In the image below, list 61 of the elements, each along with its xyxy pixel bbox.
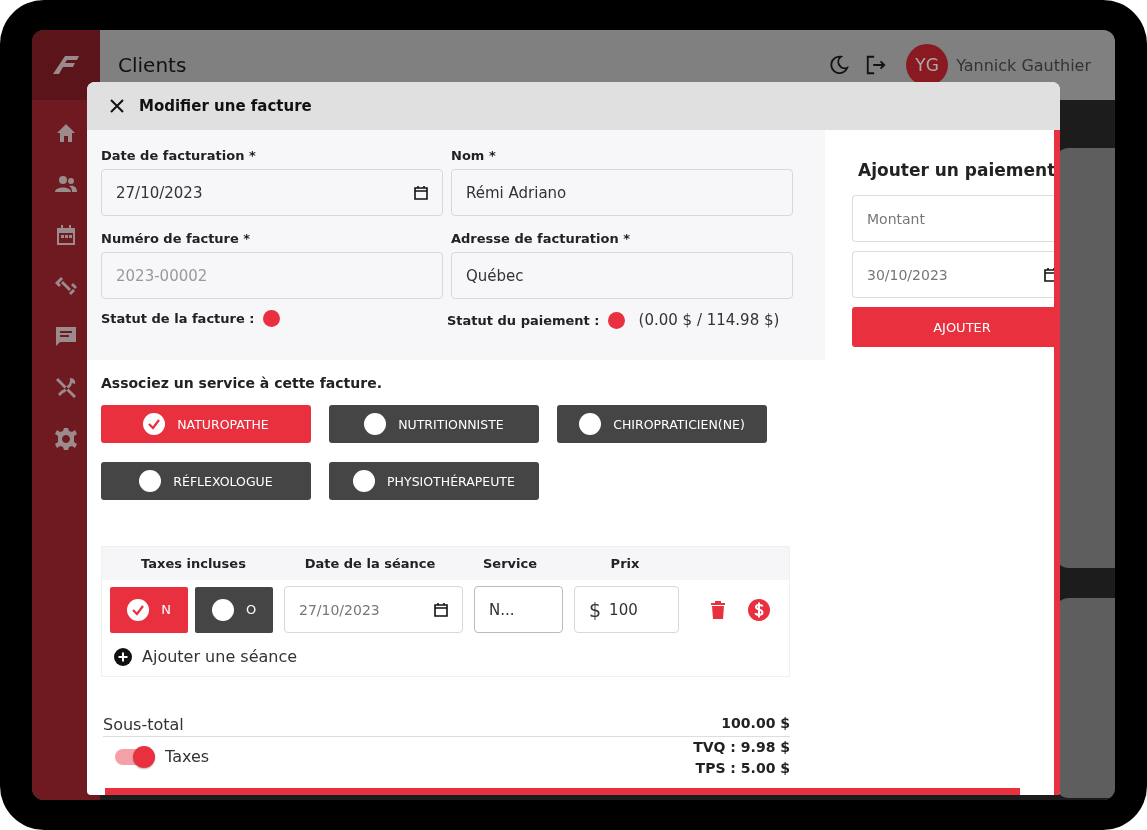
payment-title: Ajouter un paiement (858, 160, 1054, 180)
price-field[interactable]: $ 100 (574, 586, 679, 633)
logo-icon (51, 54, 81, 76)
dollar-circle-icon[interactable] (747, 597, 771, 622)
currency-symbol: $ (589, 598, 602, 621)
subtotal-label: Sous-total (103, 715, 184, 734)
toggle-label: Taxes (165, 747, 210, 766)
calendar-icon[interactable] (414, 185, 428, 200)
service-option[interactable]: NUTRITIONNISTE (329, 405, 539, 443)
check-circle-icon (143, 413, 166, 435)
trash-icon[interactable] (710, 599, 726, 620)
field-label: Nom * (451, 148, 497, 163)
close-icon[interactable] (109, 98, 125, 114)
tools-icon[interactable] (54, 376, 78, 400)
add-payment-button[interactable]: AJOUTER (852, 307, 1054, 347)
payment-amount: (0.00 $ / 114.98 $) (638, 311, 780, 329)
radio-circle-icon (579, 413, 602, 435)
user-name: Yannick Gauthier (956, 55, 1091, 75)
settings-icon[interactable] (54, 427, 78, 451)
tax-amount: TPS : 5.00 $ (695, 760, 790, 776)
service-option[interactable]: RÉFLEXOLOGUE (101, 462, 311, 500)
date-field[interactable]: 27/10/2023 (101, 169, 443, 216)
vertical-scrollbar[interactable] (1054, 130, 1060, 795)
dumbbell-icon[interactable] (54, 274, 78, 298)
tax-amount: TVQ : 9.98 $ (693, 739, 790, 755)
radio-circle-icon (211, 598, 234, 621)
radio-circle-icon (364, 413, 387, 435)
price-value: 100 (609, 600, 638, 619)
add-session-link[interactable]: Ajouter une séance (102, 633, 310, 676)
text-field[interactable]: Québec (451, 252, 793, 299)
tax-option[interactable]: N (110, 586, 188, 633)
horizontal-scrollbar[interactable] (105, 788, 1020, 795)
radio-circle-icon (139, 470, 162, 492)
service-field[interactable]: N... (474, 586, 563, 633)
calendar-icon[interactable] (434, 602, 448, 617)
service-option[interactable]: NATUROPATHE (101, 405, 311, 443)
text-field[interactable]: Rémi Adriano (451, 169, 793, 216)
tax-option[interactable]: O (195, 586, 273, 633)
field-label: Adresse de facturation * (451, 231, 632, 246)
plus-circle-icon (114, 647, 132, 666)
date-field[interactable]: 27/10/2023 (284, 586, 463, 633)
services-prompt: Associez un service à cette facture. (100, 374, 383, 391)
taxes-toggle[interactable] (115, 748, 155, 765)
chat-icon[interactable] (54, 325, 78, 349)
calendar-icon[interactable] (1044, 267, 1054, 282)
column-header: Date de la séance (303, 556, 437, 571)
status-label: Statut du paiement : (447, 312, 600, 328)
service-option[interactable]: CHIROPRATICIEN(NE) (557, 405, 767, 443)
service-option[interactable]: PHYSIOTHÉRAPEUTE (329, 462, 539, 500)
dialog-title: Modifier une facture (139, 97, 312, 115)
moon-icon[interactable] (828, 54, 851, 76)
page-title: Clients (118, 53, 187, 77)
column-header: Prix (609, 556, 641, 571)
radio-circle-icon (353, 470, 376, 492)
column-header: Service (481, 556, 538, 571)
column-header: Taxes incluses (140, 556, 247, 571)
field-label: Numéro de facture * (101, 231, 252, 246)
subtotal-value: 100.00 $ (721, 715, 790, 733)
status-label: Statut de la facture : (101, 310, 255, 326)
check-circle-icon (127, 598, 150, 621)
field-label: Date de facturation * (101, 148, 257, 163)
